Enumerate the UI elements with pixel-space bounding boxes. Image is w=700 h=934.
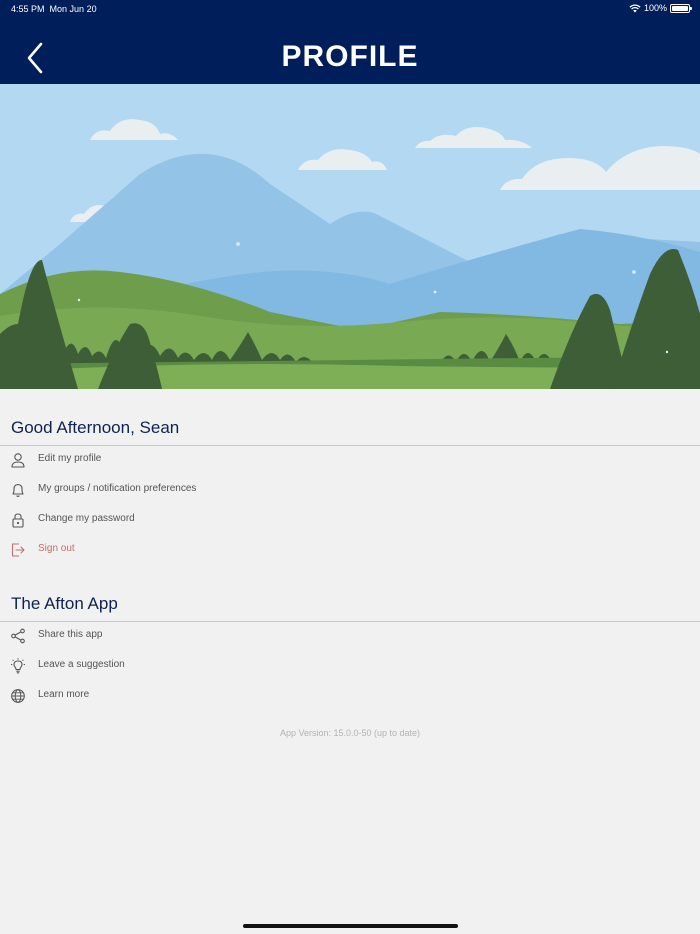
leave-suggestion-label: Leave a suggestion [38,659,125,670]
lightbulb-icon [11,658,25,674]
learn-more-item[interactable]: Learn more [0,682,700,710]
battery-fill [672,5,688,11]
battery-icon [670,3,692,13]
status-bar: 4:55 PM Mon Jun 20 100% [0,0,700,18]
status-time: 4:55 PM [11,4,45,14]
share-icon [11,628,25,644]
app-version: App Version: 15.0.0-50 (up to date) [279,728,421,738]
leave-suggestion-item[interactable]: Leave a suggestion [0,652,700,680]
change-password-label: Change my password [38,513,135,524]
status-time-date: 4:55 PM Mon Jun 20 [11,4,97,14]
status-right: 100% [629,3,692,13]
battery-percent: 100% [643,3,667,13]
bell-icon [12,483,24,497]
lock-icon [12,513,24,528]
status-date: Mon Jun 20 [49,4,97,14]
edit-profile-item[interactable]: Edit my profile [0,446,700,474]
share-app-label: Share this app [38,629,103,640]
learn-more-label: Learn more [38,689,90,700]
landscape-illustration [0,84,700,389]
wifi-icon [629,3,641,12]
edit-profile-label: Edit my profile [38,453,102,464]
user-icon [11,453,25,468]
header-bar: 4:55 PM Mon Jun 20 100% PROFILE [0,0,700,84]
app-section-title: The Afton App [11,594,118,613]
groups-notifications-label: My groups / notification preferences [38,483,197,494]
globe-icon [11,689,25,703]
change-password-item[interactable]: Change my password [0,506,700,534]
sign-out-icon [11,543,25,557]
groups-notifications-item[interactable]: My groups / notification preferences [0,476,700,504]
page-title: PROFILE [281,40,419,73]
share-app-item[interactable]: Share this app [0,622,700,650]
home-indicator[interactable] [243,924,458,928]
greeting-title: Good Afternoon, Sean [11,418,180,437]
sign-out-item[interactable]: Sign out [0,536,700,564]
sign-out-label: Sign out [38,543,75,554]
